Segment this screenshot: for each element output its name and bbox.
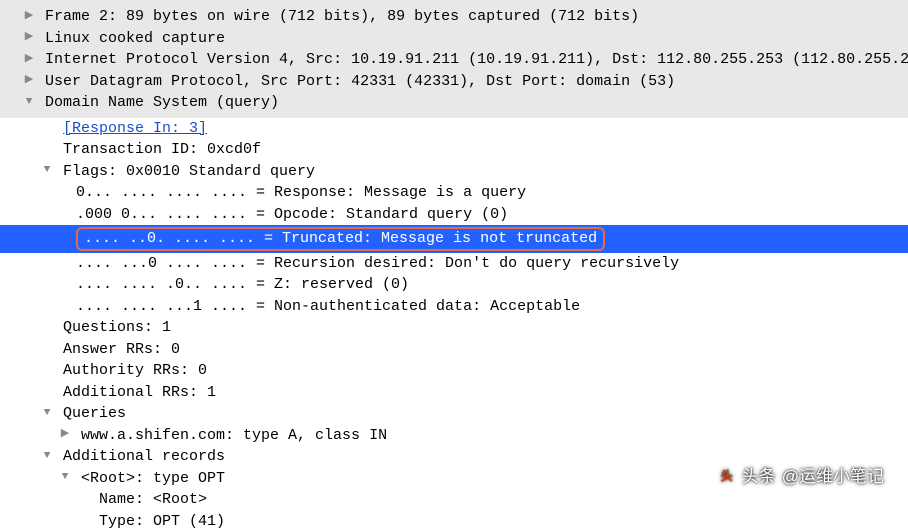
chevron-right-icon[interactable] (58, 427, 72, 441)
flag-response-text: 0... .... .... .... = Response: Message … (76, 184, 526, 201)
flag-nonauth-row[interactable]: .... .... ...1 .... = Non-authenticated … (0, 296, 908, 318)
chevron-right-icon[interactable] (22, 30, 36, 44)
additional-rrs-text: Additional RRs: 1 (63, 384, 216, 401)
transaction-id-text: Transaction ID: 0xcd0f (63, 141, 261, 158)
chevron-down-icon[interactable] (58, 470, 72, 484)
chevron-right-icon[interactable] (22, 52, 36, 66)
flag-truncated-row[interactable]: .... ..0. .... .... = Truncated: Message… (0, 225, 908, 253)
response-in-link[interactable]: [Response In: 3] (63, 120, 207, 137)
flags-header-row[interactable]: Flags: 0x0010 Standard query (0, 161, 908, 183)
packet-header-section: Frame 2: 89 bytes on wire (712 bits), 89… (0, 0, 908, 118)
linux-cooked-row[interactable]: Linux cooked capture (0, 28, 908, 50)
flag-response-row[interactable]: 0... .... .... .... = Response: Message … (0, 182, 908, 204)
highlight-annotation: .... ..0. .... .... = Truncated: Message… (76, 227, 605, 251)
dns-text: Domain Name System (query) (45, 94, 279, 111)
frame-row[interactable]: Frame 2: 89 bytes on wire (712 bits), 89… (0, 6, 908, 28)
flag-z-row[interactable]: .... .... .0.. .... = Z: reserved (0) (0, 274, 908, 296)
chevron-right-icon[interactable] (22, 9, 36, 23)
flag-z-text: .... .... .0.. .... = Z: reserved (0) (76, 276, 409, 293)
authority-rrs-text: Authority RRs: 0 (63, 362, 207, 379)
flag-opcode-row[interactable]: .000 0... .... .... = Opcode: Standard q… (0, 204, 908, 226)
chevron-down-icon[interactable] (40, 163, 54, 177)
transaction-id-row[interactable]: Transaction ID: 0xcd0f (0, 139, 908, 161)
frame-text: Frame 2: 89 bytes on wire (712 bits), 89… (45, 8, 639, 25)
questions-text: Questions: 1 (63, 319, 171, 336)
root-type-text: Type: OPT (41) (99, 513, 225, 530)
flag-recursion-text: .... ...0 .... .... = Recursion desired:… (76, 255, 679, 272)
ip-text: Internet Protocol Version 4, Src: 10.19.… (45, 51, 908, 68)
response-in-row[interactable]: [Response In: 3] (0, 118, 908, 140)
dns-row[interactable]: Domain Name System (query) (0, 92, 908, 114)
root-type-row[interactable]: Type: OPT (41) (0, 511, 908, 532)
questions-row[interactable]: Questions: 1 (0, 317, 908, 339)
additional-rrs-row[interactable]: Additional RRs: 1 (0, 382, 908, 404)
watermark-handle: @运维小笔记 (782, 466, 884, 488)
watermark: 头 头条 @运维小笔记 (718, 466, 884, 488)
answer-rrs-text: Answer RRs: 0 (63, 341, 180, 358)
chevron-down-icon[interactable] (22, 95, 36, 109)
ip-row[interactable]: Internet Protocol Version 4, Src: 10.19.… (0, 49, 908, 71)
flag-recursion-row[interactable]: .... ...0 .... .... = Recursion desired:… (0, 253, 908, 275)
answer-rrs-row[interactable]: Answer RRs: 0 (0, 339, 908, 361)
toutiao-icon: 头 (718, 468, 736, 486)
flag-opcode-text: .000 0... .... .... = Opcode: Standard q… (76, 206, 508, 223)
linux-cooked-text: Linux cooked capture (45, 30, 225, 47)
watermark-label: 头条 (742, 466, 776, 488)
chevron-down-icon[interactable] (40, 406, 54, 420)
authority-rrs-row[interactable]: Authority RRs: 0 (0, 360, 908, 382)
additional-header-text: Additional records (63, 448, 225, 465)
udp-text: User Datagram Protocol, Src Port: 42331 … (45, 73, 675, 90)
chevron-right-icon[interactable] (22, 73, 36, 87)
additional-header-row[interactable]: Additional records (0, 446, 908, 468)
flag-truncated-text: .... ..0. .... .... = Truncated: Message… (84, 230, 597, 247)
udp-row[interactable]: User Datagram Protocol, Src Port: 42331 … (0, 71, 908, 93)
flag-nonauth-text: .... .... ...1 .... = Non-authenticated … (76, 298, 580, 315)
queries-header-text: Queries (63, 405, 126, 422)
chevron-down-icon[interactable] (40, 449, 54, 463)
query-entry-text: www.a.shifen.com: type A, class IN (81, 427, 387, 444)
queries-header-row[interactable]: Queries (0, 403, 908, 425)
flags-header-text: Flags: 0x0010 Standard query (63, 163, 315, 180)
query-entry-row[interactable]: www.a.shifen.com: type A, class IN (0, 425, 908, 447)
root-header-text: <Root>: type OPT (81, 470, 225, 487)
